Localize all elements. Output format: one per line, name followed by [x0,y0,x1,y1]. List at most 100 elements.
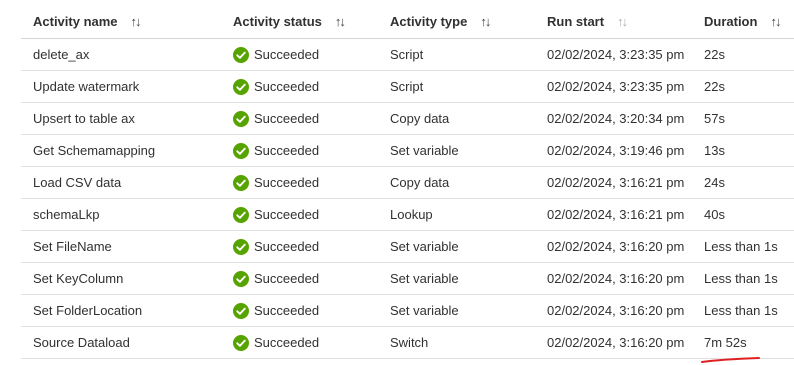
activity-status-cell: Succeeded [221,238,378,255]
duration: Less than 1s [704,303,778,318]
success-check-icon [233,142,249,159]
activity-name-cell[interactable]: Set FileName [21,239,221,254]
table-row[interactable]: Set KeyColumn Succeeded Set variable 02/02/… [21,263,794,295]
activity-name[interactable]: Set FolderLocation [33,303,142,318]
table-row[interactable]: Load CSV data Succeeded Copy data 02/02/202… [21,167,794,199]
activity-name-cell[interactable]: Set FolderLocation [21,303,221,318]
table-row[interactable]: Update watermark Succeeded Script 02/02/202… [21,71,794,103]
column-header-label: Run start [547,13,605,29]
activity-name-cell[interactable]: Upsert to table ax [21,111,221,126]
activity-name[interactable]: Set FileName [33,239,112,254]
duration: Less than 1s [704,271,778,286]
sort-icon[interactable]: ↑↓ [617,15,628,28]
activity-name[interactable]: Set KeyColumn [33,271,123,286]
status-text: Succeeded [254,239,320,254]
activity-status-cell: Succeeded [221,174,378,191]
run-start: 02/02/2024, 3:16:20 pm [547,271,685,286]
status-text: Succeeded [254,143,320,158]
sort-icon[interactable]: ↑↓ [480,15,491,28]
column-header-activity-status[interactable]: Activity status ↑↓ [221,14,378,29]
activity-type-cell: Copy data [378,111,535,126]
duration: 24s [704,175,725,190]
run-start: 02/02/2024, 3:23:35 pm [547,79,685,94]
table-row[interactable]: Set FolderLocation Succeeded Set variable 0… [21,295,794,327]
duration: 22s [704,79,725,94]
success-check-icon [233,238,249,255]
duration-cell: Less than 1s [692,239,794,254]
run-start-cell: 02/02/2024, 3:16:20 pm [535,303,692,318]
status-text: Succeeded [254,47,320,62]
column-header-activity-name[interactable]: Activity name ↑↓ [21,14,221,29]
duration-cell: 7m 52s [692,335,794,350]
activity-type: Set variable [390,239,459,254]
activity-name-cell[interactable]: schemaLkp [21,207,221,222]
activity-type: Set variable [390,271,459,286]
sort-icon[interactable]: ↑↓ [131,15,142,28]
run-start-cell: 02/02/2024, 3:16:20 pm [535,239,692,254]
table-row[interactable]: schemaLkp Succeeded Lookup 02/02/2024, 3:16… [21,199,794,231]
run-start: 02/02/2024, 3:16:20 pm [547,335,685,350]
run-start: 02/02/2024, 3:16:21 pm [547,175,685,190]
activity-name-cell[interactable]: Load CSV data [21,175,221,190]
activity-type-cell: Set variable [378,239,535,254]
success-check-icon [233,78,249,95]
activity-type: Set variable [390,143,459,158]
red-underline-annotation [701,357,760,363]
duration-cell: 22s [692,79,794,94]
activity-type: Script [390,79,424,94]
success-check-icon [233,270,249,287]
activity-name-cell[interactable]: Update watermark [21,79,221,94]
sort-icon[interactable]: ↑↓ [770,15,781,28]
duration: 57s [704,111,725,126]
run-start: 02/02/2024, 3:23:35 pm [547,47,685,62]
table-row[interactable]: Set FileName Succeeded Set variable 02/02/2… [21,231,794,263]
activity-name-cell[interactable]: Set KeyColumn [21,271,221,286]
sort-icon[interactable]: ↑↓ [335,15,346,28]
table-body: delete_ax Succeeded Script 02/02/2024, 3:23… [21,39,794,359]
column-header-duration[interactable]: Duration ↑↓ [692,14,794,29]
activity-type-cell: Lookup [378,207,535,222]
activity-name[interactable]: Upsert to table ax [33,111,135,126]
table-row[interactable]: delete_ax Succeeded Script 02/02/2024, 3:23… [21,39,794,71]
activity-type-cell: Script [378,79,535,94]
duration-cell: 22s [692,47,794,62]
activity-type-cell: Switch [378,335,535,350]
activity-name[interactable]: Update watermark [33,79,139,94]
run-start: 02/02/2024, 3:20:34 pm [547,111,685,126]
activity-name-cell[interactable]: delete_ax [21,47,221,62]
success-check-icon [233,46,249,63]
activity-name[interactable]: schemaLkp [33,207,99,222]
table-row[interactable]: Get Schemamapping Succeeded Set variable 02… [21,135,794,167]
column-header-label: Activity type [390,13,468,29]
column-header-run-start[interactable]: Run start ↑↓ [535,14,692,29]
status-text: Succeeded [254,271,320,286]
run-start-cell: 02/02/2024, 3:16:20 pm [535,271,692,286]
success-check-icon [233,302,249,319]
activity-name[interactable]: Load CSV data [33,175,121,190]
activity-name[interactable]: Get Schemamapping [33,143,155,158]
column-header-activity-type[interactable]: Activity type ↑↓ [378,14,535,29]
table-header: Activity name ↑↓ Activity status ↑↓ Acti… [21,4,794,39]
duration-cell: 13s [692,143,794,158]
column-header-label: Duration [704,13,758,29]
activity-name-cell[interactable]: Get Schemamapping [21,143,221,158]
duration: Less than 1s [704,239,778,254]
run-start-cell: 02/02/2024, 3:16:21 pm [535,207,692,222]
activity-name[interactable]: Source Dataload [33,335,130,350]
duration-cell: 57s [692,111,794,126]
activity-status-cell: Succeeded [221,110,378,127]
activity-name-cell[interactable]: Source Dataload [21,335,221,350]
table-row[interactable]: Upsert to table ax Succeeded Copy data 02/0… [21,103,794,135]
table-row[interactable]: Source Dataload Succeeded Switch 02/02/2024… [21,327,794,359]
status-text: Succeeded [254,303,320,318]
run-start: 02/02/2024, 3:16:20 pm [547,239,685,254]
run-start-cell: 02/02/2024, 3:19:46 pm [535,143,692,158]
activity-runs-table: Activity name ↑↓ Activity status ↑↓ Acti… [21,4,794,359]
duration-cell: Less than 1s [692,271,794,286]
activity-status-cell: Succeeded [221,270,378,287]
activity-type: Set variable [390,303,459,318]
activity-status-cell: Succeeded [221,46,378,63]
activity-type: Copy data [390,175,450,190]
activity-status-cell: Succeeded [221,78,378,95]
activity-name[interactable]: delete_ax [33,47,89,62]
